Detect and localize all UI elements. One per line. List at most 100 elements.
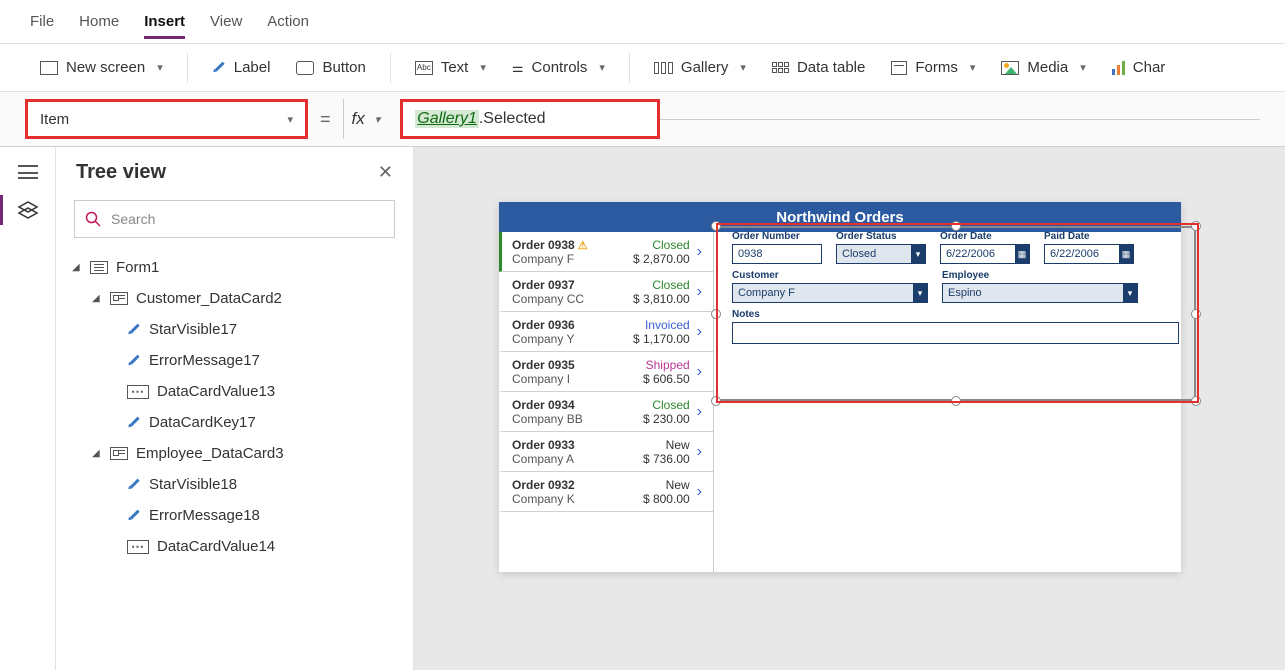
orders-gallery[interactable]: Order 0938⚠ Company F Closed $ 2,870.00 …: [499, 232, 714, 572]
fx-button[interactable]: fx ▾: [343, 99, 389, 139]
pencil-icon: [209, 58, 229, 78]
order-status: Closed: [643, 398, 690, 412]
paid-date-field: Paid Date 6/22/2006▦: [1044, 231, 1134, 264]
pencil-icon: [124, 413, 144, 433]
chevron-right-icon[interactable]: ›: [694, 363, 705, 381]
chevron-down-icon: ▾: [740, 61, 746, 74]
chevron-down-icon: ▾: [375, 113, 381, 126]
chevron-right-icon[interactable]: ›: [694, 243, 705, 261]
formula-input[interactable]: Gallery1.Selected: [400, 99, 660, 139]
property-selector[interactable]: Item ▾: [25, 99, 308, 139]
tree-node-datacardkey17[interactable]: DataCardKey17: [62, 407, 413, 438]
customer-select[interactable]: Company F▾: [732, 283, 928, 303]
paid-date-label: Paid Date: [1044, 231, 1134, 242]
order-title: Order 0932: [512, 478, 639, 492]
gallery-row[interactable]: Order 0934 Company BB Closed $ 230.00 ›: [499, 392, 713, 432]
tree-node-errormessage18[interactable]: ErrorMessage18: [62, 500, 413, 531]
data-table-label: Data table: [797, 59, 865, 76]
pencil-icon: [124, 475, 144, 495]
company-name: Company F: [512, 252, 629, 266]
search-input[interactable]: Search: [74, 200, 395, 238]
tree-node-errormessage17[interactable]: ErrorMessage17: [62, 345, 413, 376]
text-label: Text: [441, 59, 469, 76]
customer-label: Customer: [732, 270, 928, 281]
forms-label: Forms: [915, 59, 958, 76]
resize-handle-e[interactable]: [1191, 309, 1201, 319]
media-button[interactable]: Media ▾: [991, 53, 1095, 82]
resize-handle-nw[interactable]: [711, 221, 721, 231]
chevron-right-icon[interactable]: ›: [694, 323, 705, 341]
controls-button[interactable]: ⚌ Controls ▾: [502, 53, 615, 82]
tree-node-customer-card[interactable]: ◢ Customer_DataCard2: [62, 283, 413, 314]
notes-input[interactable]: [732, 322, 1179, 344]
node-label: ErrorMessage17: [149, 352, 260, 369]
gallery-icon: [654, 62, 673, 74]
gallery-row[interactable]: Order 0938⚠ Company F Closed $ 2,870.00 …: [499, 232, 713, 272]
order-status-field: Order Status Closed▾: [836, 231, 926, 264]
tree-node-form1[interactable]: ◢ Form1: [62, 252, 413, 283]
canvas-area[interactable]: Northwind Orders Order 0938⚠ Company F C…: [414, 147, 1285, 670]
gallery-button[interactable]: Gallery ▾: [644, 53, 756, 82]
media-icon: [1001, 61, 1019, 75]
tree-node-datacardvalue13[interactable]: ⋯ DataCardValue13: [62, 376, 413, 407]
tree-scroll[interactable]: ◢ Form1 ◢ Customer_DataCard2 StarVisible…: [56, 246, 413, 670]
employee-select[interactable]: Espino▾: [942, 283, 1138, 303]
data-table-button[interactable]: Data table: [762, 53, 875, 82]
tree-node-employee-card[interactable]: ◢ Employee_DataCard3: [62, 438, 413, 469]
tree-node-starvisible17[interactable]: StarVisible17: [62, 314, 413, 345]
gallery-row[interactable]: Order 0933 Company A New $ 736.00 ›: [499, 432, 713, 472]
gallery-row[interactable]: Order 0932 Company K New $ 800.00 ›: [499, 472, 713, 512]
chevron-right-icon[interactable]: ›: [694, 443, 705, 461]
charts-button[interactable]: Char: [1102, 53, 1176, 82]
resize-handle-s[interactable]: [951, 396, 961, 406]
text-button[interactable]: Abc Text ▾: [405, 53, 496, 82]
node-label: DataCardKey17: [149, 414, 256, 431]
new-screen-button[interactable]: New screen ▾: [30, 53, 173, 82]
ribbon: New screen ▾ Label Button Abc Text ▾ ⚌ C…: [0, 44, 1285, 92]
node-label: StarVisible17: [149, 321, 237, 338]
paid-date-input[interactable]: 6/22/2006▦: [1044, 244, 1134, 264]
resize-handle-se[interactable]: [1191, 396, 1201, 406]
label-button[interactable]: Label: [202, 53, 281, 82]
chevron-right-icon[interactable]: ›: [694, 403, 705, 421]
chevron-down-icon: ▾: [911, 245, 925, 263]
order-date-label: Order Date: [940, 231, 1030, 242]
resize-handle-w[interactable]: [711, 309, 721, 319]
form-content: Order Number 0938 Order Status Closed▾ O…: [724, 229, 1187, 352]
order-title: Order 0938⚠: [512, 238, 629, 252]
menu-file[interactable]: File: [30, 13, 54, 30]
forms-button[interactable]: Forms ▾: [881, 53, 985, 82]
gallery-row[interactable]: Order 0936 Company Y Invoiced $ 1,170.00…: [499, 312, 713, 352]
gallery-row[interactable]: Order 0935 Company I Shipped $ 606.50 ›: [499, 352, 713, 392]
order-date-input[interactable]: 6/22/2006▦: [940, 244, 1030, 264]
customer-field: Customer Company F▾: [732, 270, 928, 303]
table-icon: [772, 62, 789, 73]
order-status-select[interactable]: Closed▾: [836, 244, 926, 264]
company-name: Company CC: [512, 292, 629, 306]
tree-view-title: Tree view: [76, 161, 166, 184]
gallery-label: Gallery: [681, 59, 729, 76]
gallery-row[interactable]: Order 0937 Company CC Closed $ 3,810.00 …: [499, 272, 713, 312]
menu-home[interactable]: Home: [79, 13, 119, 30]
close-icon[interactable]: ✕: [378, 162, 393, 183]
chevron-right-icon[interactable]: ›: [694, 283, 705, 301]
property-value: Item: [40, 111, 69, 128]
order-number-input[interactable]: 0938: [732, 244, 822, 264]
media-label: Media: [1027, 59, 1068, 76]
tree-node-starvisible18[interactable]: StarVisible18: [62, 469, 413, 500]
resize-handle-ne[interactable]: [1191, 221, 1201, 231]
menu-action[interactable]: Action: [267, 13, 309, 30]
notes-field: Notes: [732, 309, 1179, 344]
tree-view-icon[interactable]: [17, 201, 39, 219]
menu-view[interactable]: View: [210, 13, 242, 30]
chevron-right-icon[interactable]: ›: [694, 483, 705, 501]
resize-handle-sw[interactable]: [711, 396, 721, 406]
caret-down-icon: ◢: [72, 262, 82, 273]
tree-node-datacardvalue14[interactable]: ⋯ DataCardValue14: [62, 531, 413, 562]
datacard-icon: [110, 292, 128, 305]
hamburger-icon[interactable]: [18, 165, 38, 179]
menu-insert[interactable]: Insert: [144, 13, 185, 39]
button-button[interactable]: Button: [286, 53, 375, 82]
notes-label: Notes: [732, 309, 1179, 320]
equals-sign: =: [320, 109, 331, 130]
